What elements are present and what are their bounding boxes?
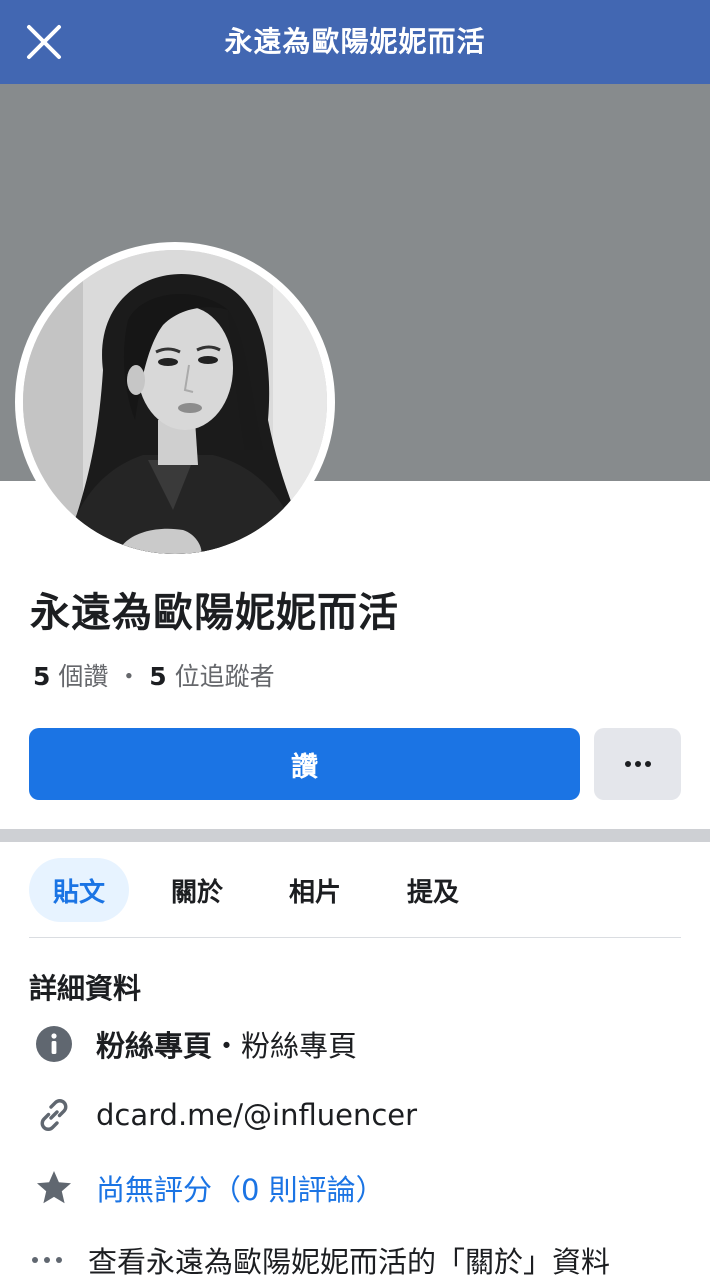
more-button[interactable] [594,728,681,800]
followers-count: 5 [149,662,167,691]
likes-label: 個讚 [58,662,109,691]
details-title: 詳細資料 [29,972,142,1005]
avatar-photo [23,250,327,554]
likes-count: 5 [33,662,51,691]
like-button-label: 讚 [291,751,318,783]
category-separator: ・ [212,1029,242,1063]
tab-photos[interactable]: 相片 [265,858,365,922]
see-about-text[interactable]: 查看永遠為歐陽妮妮而活的「關於」資料 [88,1239,610,1280]
tab-posts[interactable]: 貼文 [29,858,130,922]
rating-link[interactable]: 尚無評分（0 則評論） [96,1167,385,1209]
category-primary: 粉絲專頁 [96,1029,213,1063]
followers-label: 位追蹤者 [174,662,275,691]
category-secondary: 粉絲專頁 [241,1029,358,1063]
section-divider [0,829,710,842]
category-text: 粉絲專頁・粉絲專頁 [96,1023,357,1065]
more-dots-icon [30,1240,66,1280]
tabs-divider [29,937,681,938]
avatar[interactable] [23,250,327,554]
tab-about[interactable]: 關於 [147,858,247,922]
close-icon [27,25,61,59]
stats-separator: ・ [116,662,142,691]
website-row[interactable]: dcard.me/@influencer [34,1093,417,1137]
avatar-frame [15,242,335,562]
rating-row[interactable]: 尚無評分（0 則評論） [34,1166,385,1210]
info-icon [34,1024,74,1064]
category-row: 粉絲專頁・粉絲專頁 [34,1022,357,1066]
top-bar: 永遠為歐陽妮妮而活 [0,0,710,84]
page-stats: 5 個讚 ・ 5 位追蹤者 [33,657,275,693]
close-button[interactable] [22,20,66,64]
more-horizontal-icon [623,761,653,767]
like-button[interactable]: 讚 [29,728,580,800]
tab-mentions[interactable]: 提及 [383,858,483,922]
header-title: 永遠為歐陽妮妮而活 [224,25,486,58]
profile-tabs: 貼文 關於 相片 提及 [29,858,501,922]
website-link[interactable]: dcard.me/@influencer [96,1098,417,1132]
link-icon [34,1095,74,1135]
see-about-row[interactable]: 查看永遠為歐陽妮妮而活的「關於」資料 [30,1238,610,1280]
star-icon [34,1168,74,1208]
profile-page: 永遠為歐陽妮妮而活 永遠為歐陽妮妮而活 5 個讚 ・ 5 位追蹤者 讚 貼文 關… [0,0,710,1280]
page-name: 永遠為歐陽妮妮而活 [30,590,399,636]
